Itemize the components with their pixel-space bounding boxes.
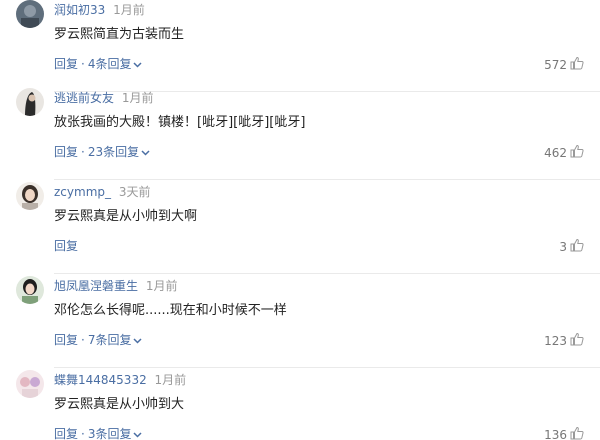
replies-count-label: 3条回复 xyxy=(87,427,132,440)
view-replies-button[interactable]: 23条回复 xyxy=(88,144,150,160)
view-replies-button[interactable]: 3条回复 xyxy=(88,426,143,440)
comment-actions: 回复 · 7条回复 xyxy=(54,332,143,348)
comment-item: 逃逃前女友 1月前 放张我画的大殿！镇楼！[呲牙][呲牙][呲牙] 回复 · 2… xyxy=(0,88,600,180)
comment-actions: 回复 xyxy=(54,238,78,254)
separator-dot: · xyxy=(81,57,85,71)
like-count: 572 xyxy=(544,58,567,72)
like-count: 136 xyxy=(544,428,567,440)
comment-item: 润如初33 1月前 罗云熙简直为古装而生 回复 · 4条回复 572 xyxy=(0,0,600,92)
comment-time: 3天前 xyxy=(118,185,151,199)
reply-button[interactable]: 回复 xyxy=(54,238,78,254)
avatar[interactable] xyxy=(16,276,44,304)
chevron-down-icon xyxy=(133,426,143,440)
comment-meta: 蝶舞144845332 1月前 xyxy=(54,372,186,388)
reply-button[interactable]: 回复 xyxy=(54,144,78,160)
username-link[interactable]: zcymmp_ xyxy=(54,185,111,199)
chevron-down-icon xyxy=(133,56,143,72)
username-link[interactable]: 润如初33 xyxy=(54,3,105,17)
replies-count-label: 7条回复 xyxy=(87,333,132,347)
avatar[interactable] xyxy=(16,182,44,210)
separator-dot: · xyxy=(81,333,85,347)
replies-count-label: 23条回复 xyxy=(87,145,140,159)
comment-item: zcymmp_ 3天前 罗云熙真是从小帅到大啊 回复 3 xyxy=(0,182,600,274)
comment-actions: 回复 · 4条回复 xyxy=(54,56,143,72)
chevron-down-icon xyxy=(141,144,150,160)
comment-item: 蝶舞144845332 1月前 罗云熙真是从小帅到大 回复 · 3条回复 136 xyxy=(0,370,600,440)
comment-time: 1月前 xyxy=(113,3,145,17)
comment-text: 放张我画的大殿！镇楼！[呲牙][呲牙][呲牙] xyxy=(54,115,306,130)
comment-meta: zcymmp_ 3天前 xyxy=(54,184,150,200)
comment-meta: 润如初33 1月前 xyxy=(54,2,145,18)
avatar[interactable] xyxy=(16,370,44,398)
comment-text: 罗云熙简直为古装而生 xyxy=(54,27,185,42)
comment-text: 邓伦怎么长得呢......现在和小时候不一样 xyxy=(54,303,287,318)
replies-count-label: 4条回复 xyxy=(87,57,132,71)
reply-button[interactable]: 回复 xyxy=(54,426,78,440)
separator-dot: · xyxy=(81,427,85,440)
divider xyxy=(54,367,600,368)
comment-actions: 回复 · 23条回复 xyxy=(54,144,150,160)
like-count: 3 xyxy=(559,240,567,254)
comment-meta: 旭凤凰涅磐重生 1月前 xyxy=(54,278,177,294)
divider xyxy=(54,273,600,274)
avatar[interactable] xyxy=(16,88,44,116)
username-link[interactable]: 蝶舞144845332 xyxy=(54,373,147,387)
like-count: 462 xyxy=(544,146,567,160)
thumbs-up-icon xyxy=(570,56,584,74)
comment-text: 罗云熙真是从小帅到大 xyxy=(54,397,185,412)
reply-button[interactable]: 回复 xyxy=(54,332,78,348)
comment-time: 1月前 xyxy=(145,279,178,293)
view-replies-button[interactable]: 4条回复 xyxy=(88,56,143,72)
thumbs-up-icon xyxy=(570,426,584,440)
thumbs-up-icon xyxy=(570,332,584,350)
reply-button[interactable]: 回复 xyxy=(54,56,78,72)
username-link[interactable]: 旭凤凰涅磐重生 xyxy=(54,279,138,293)
comment-actions: 回复 · 3条回复 xyxy=(54,426,143,440)
like-button[interactable]: 462 xyxy=(544,144,584,162)
comment-feed: 润如初33 1月前 罗云熙简直为古装而生 回复 · 4条回复 572 逃逃前女友… xyxy=(0,0,600,440)
username-link[interactable]: 逃逃前女友 xyxy=(54,91,114,105)
chevron-down-icon xyxy=(133,332,143,348)
thumbs-up-icon xyxy=(570,238,584,256)
comment-time: 1月前 xyxy=(121,91,154,105)
thumbs-up-icon xyxy=(570,144,584,162)
comment-item: 旭凤凰涅磐重生 1月前 邓伦怎么长得呢......现在和小时候不一样 回复 · … xyxy=(0,276,600,368)
like-button[interactable]: 572 xyxy=(544,56,584,74)
comment-time: 1月前 xyxy=(154,373,187,387)
like-button[interactable]: 123 xyxy=(544,332,584,350)
view-replies-button[interactable]: 7条回复 xyxy=(88,332,143,348)
like-button[interactable]: 3 xyxy=(559,238,584,256)
comment-text: 罗云熙真是从小帅到大啊 xyxy=(54,209,198,224)
divider xyxy=(54,179,600,180)
like-button[interactable]: 136 xyxy=(544,426,584,440)
separator-dot: · xyxy=(81,145,85,159)
like-count: 123 xyxy=(544,334,567,348)
comment-meta: 逃逃前女友 1月前 xyxy=(54,90,153,106)
avatar[interactable] xyxy=(16,0,44,28)
